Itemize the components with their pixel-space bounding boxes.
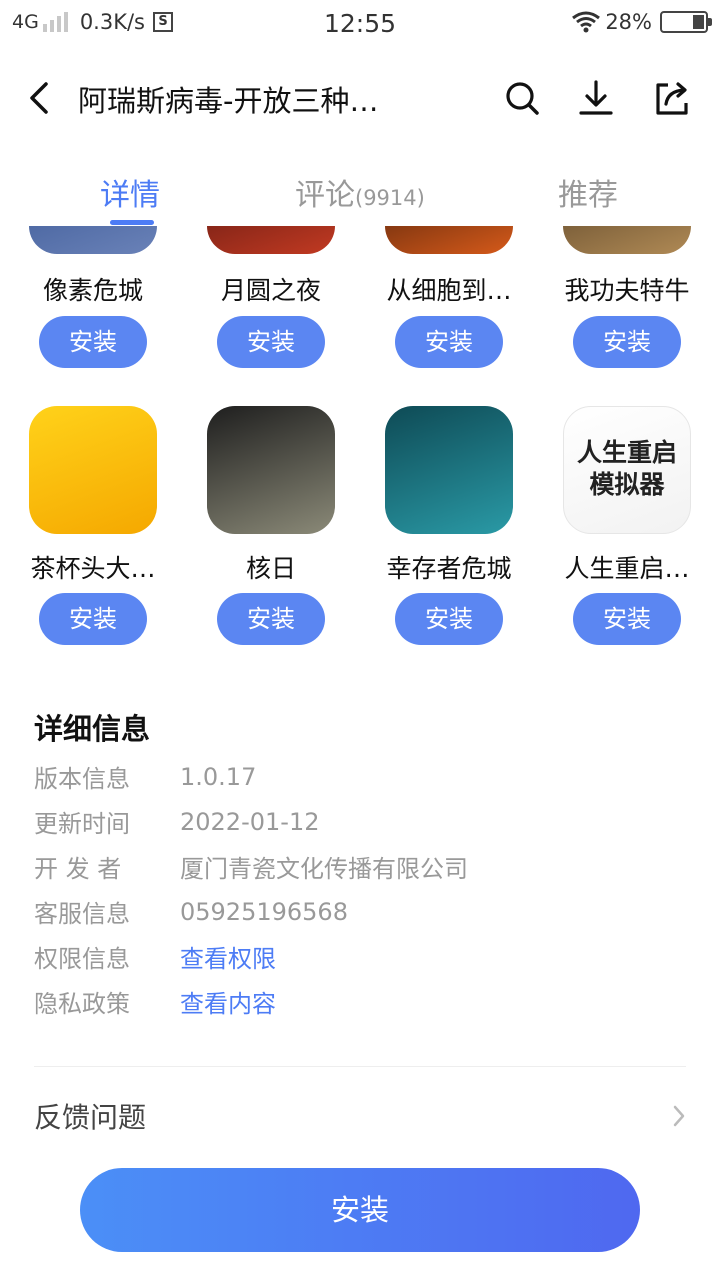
game-name: 像素危城: [42, 276, 143, 305]
install-button[interactable]: 安装: [573, 316, 681, 368]
game-icon[interactable]: [29, 406, 157, 534]
divider: [34, 1066, 686, 1067]
detail-row-privacy: 隐私政策 查看内容: [34, 979, 694, 1024]
tab-indicator: [110, 220, 154, 225]
install-button[interactable]: 安装: [217, 316, 325, 368]
game-icon[interactable]: [385, 406, 513, 534]
share-icon[interactable]: [652, 76, 692, 120]
view-privacy-link[interactable]: 查看内容: [180, 984, 276, 1019]
game-icon[interactable]: [385, 226, 513, 254]
details-title: 详细信息: [34, 712, 151, 746]
install-button[interactable]: 安装: [395, 316, 503, 368]
main-install-button[interactable]: 安装: [80, 1168, 640, 1252]
tab-bar: 详情 评论(9914) 推荐: [0, 160, 720, 225]
search-icon[interactable]: [502, 76, 542, 120]
logo-text-line: 人生重启: [576, 438, 677, 467]
detail-value: 05925196568: [180, 897, 348, 926]
battery-percent: 28%: [605, 10, 652, 34]
feedback-label: 反馈问题: [34, 1101, 147, 1134]
battery-icon: [660, 11, 712, 33]
detail-value: 1.0.17: [180, 762, 257, 791]
feedback-row[interactable]: 反馈问题: [34, 1096, 686, 1140]
app-bar: 阿瑞斯病毒-开放三种…: [0, 58, 720, 138]
game-icon[interactable]: [207, 406, 335, 534]
comment-count: (9914): [355, 186, 425, 210]
game-name: 我功夫特牛: [564, 276, 690, 305]
detail-row-developer: 开 发 者 厦门青瓷文化传播有限公司: [34, 844, 694, 889]
detail-row-permissions: 权限信息 查看权限: [34, 934, 694, 979]
detail-label: 隐私政策: [34, 990, 130, 1018]
install-button[interactable]: 安装: [573, 593, 681, 645]
game-icon[interactable]: [29, 226, 157, 254]
logo-text-line: 模拟器: [589, 470, 665, 499]
install-button[interactable]: 安装: [39, 593, 147, 645]
game-icon[interactable]: [563, 226, 691, 254]
details-section: 详细信息 版本信息 1.0.17 更新时间 2022-01-12 开 发 者 厦…: [34, 706, 694, 1024]
detail-value: 厦门青瓷文化传播有限公司: [180, 855, 468, 883]
wifi-icon: [572, 11, 601, 33]
game-icon[interactable]: 人生重启 模拟器: [563, 406, 691, 534]
detail-row-update-time: 更新时间 2022-01-12: [34, 799, 694, 844]
detail-label: 更新时间: [34, 810, 130, 838]
tab-comments[interactable]: 评论(9914): [295, 170, 425, 214]
install-button[interactable]: 安装: [217, 593, 325, 645]
page-title: 阿瑞斯病毒-开放三种…: [78, 84, 379, 118]
game-name: 人生重启…: [564, 554, 690, 583]
detail-label: 版本信息: [34, 765, 130, 793]
view-permissions-link[interactable]: 查看权限: [180, 939, 276, 974]
detail-label: 客服信息: [34, 900, 130, 928]
detail-row-version: 版本信息 1.0.17: [34, 754, 694, 799]
tab-label: 评论: [295, 178, 355, 213]
tab-label: 详情: [100, 178, 160, 213]
detail-label: 权限信息: [34, 945, 130, 973]
game-name: 从细胞到…: [386, 276, 512, 305]
install-button[interactable]: 安装: [39, 316, 147, 368]
status-bar: 4G 0.3K/s S 12:55 28%: [0, 0, 720, 50]
tab-label: 推荐: [558, 178, 618, 213]
game-name: 核日: [245, 554, 296, 583]
tab-details[interactable]: 详情: [100, 170, 160, 214]
game-name: 月圆之夜: [220, 276, 321, 305]
detail-value: 2022-01-12: [180, 807, 320, 836]
detail-label: 开 发 者: [34, 855, 122, 883]
recommend-grid: 像素危城 安装 月圆之夜 安装 从细胞到… 安装 我功夫特牛 安装 茶杯头大… …: [0, 226, 720, 666]
install-button[interactable]: 安装: [395, 593, 503, 645]
detail-row-service: 客服信息 05925196568: [34, 889, 694, 934]
game-name: 茶杯头大…: [30, 554, 156, 583]
download-icon[interactable]: [576, 76, 616, 120]
game-name: 幸存者危城: [386, 554, 512, 583]
chevron-right-icon: [673, 1105, 685, 1127]
tab-recommend[interactable]: 推荐: [558, 170, 618, 214]
game-icon[interactable]: [207, 226, 335, 254]
back-arrow-icon[interactable]: [20, 76, 60, 120]
